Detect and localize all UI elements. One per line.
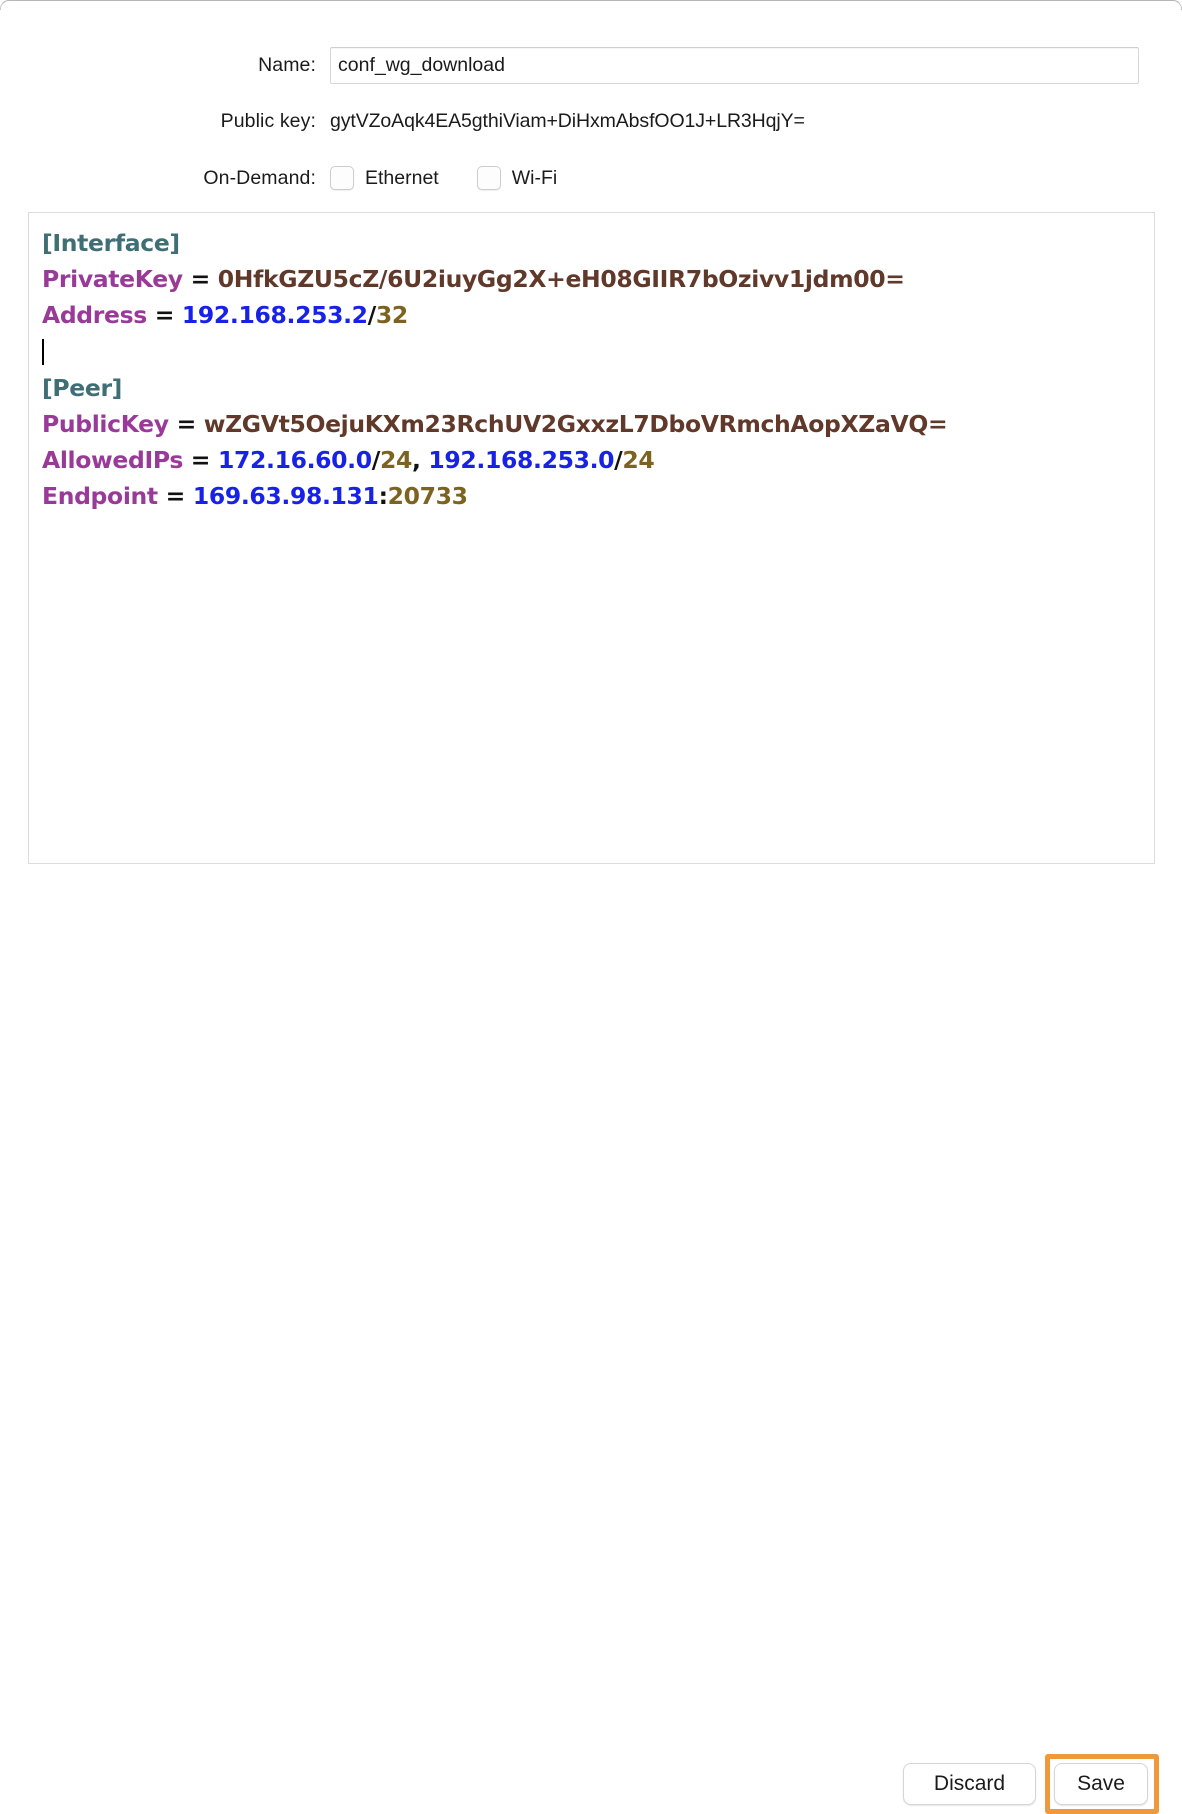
config-allowedips-prefix-2: 24 [622,446,655,475]
on-demand-wifi-label: Wi-Fi [511,166,558,189]
config-endpoint-name: Endpoint [42,482,158,511]
tunnel-edit-window: Name: Public key: gytVZoAqk4EA5gthiViam+… [0,0,1182,1814]
config-endpoint-equals: = [157,482,193,511]
on-demand-ethernet-checkbox[interactable]: Ethernet [330,166,439,190]
public-key-row: Public key: gytVZoAqk4EA5gthiViam+DiHxmA… [0,105,1182,137]
on-demand-ethernet-label: Ethernet [365,166,439,189]
config-interface-section: [Interface] [42,229,180,257]
config-allowedips-ip-2: 192.168.253.0 [428,446,615,475]
on-demand-wifi-checkbox[interactable]: Wi-Fi [476,166,558,190]
discard-button[interactable]: Discard [903,1763,1036,1805]
config-address-ip: 192.168.253.2 [181,301,368,330]
config-publickey-equals: = [168,410,204,439]
config-address-prefix: 32 [375,301,408,330]
config-allowedips-name: AllowedIPs [42,446,183,475]
config-allowedips-separator: , [411,446,429,475]
config-address-equals: = [146,301,182,330]
public-key-label: Public key: [220,109,316,132]
config-privatekey-name: PrivateKey [42,265,183,294]
config-text-content[interactable]: [Interface] PrivateKey = 0HfkGZU5cZ/6U2i… [29,213,1154,515]
config-address-name: Address [42,301,147,330]
on-demand-row: On-Demand: Ethernet Wi-Fi [0,163,1182,193]
text-cursor [42,338,44,365]
window-top-edge [0,0,1182,10]
save-button[interactable]: Save [1054,1763,1148,1805]
config-publickey-value: wZGVt5OejuKXm23RchUV2GxxzL7DboVRmchAopXZ… [203,410,948,439]
config-endpoint-host: 169.63.98.131 [192,482,379,511]
config-textarea[interactable]: [Interface] PrivateKey = 0HfkGZU5cZ/6U2i… [28,212,1155,864]
config-endpoint-colon: : [378,482,388,511]
checkbox-icon[interactable] [330,166,354,190]
config-address-slash: / [367,301,377,330]
config-allowedips-equals: = [182,446,218,475]
public-key-value: gytVZoAqk4EA5gthiViam+DiHxmAbsfOO1J+LR3H… [330,109,805,132]
config-allowedips-prefix-1: 24 [379,446,412,475]
config-allowedips-ip-1: 172.16.60.0 [217,446,372,475]
config-allowedips-slash-1: / [371,446,381,475]
checkbox-icon[interactable] [476,166,501,190]
name-row: Name: [0,46,1182,84]
config-publickey-name: PublicKey [42,410,169,439]
config-endpoint-port: 20733 [387,482,468,511]
name-label: Name: [258,53,316,76]
config-privatekey-value: 0HfkGZU5cZ/6U2iuyGg2X+eH08GIIR7bOzivv1jd… [217,265,905,294]
on-demand-label: On-Demand: [203,166,316,189]
dialog-footer: Discard Save [0,880,1182,1814]
config-peer-section: [Peer] [42,373,123,402]
name-input[interactable] [330,46,1139,84]
config-privatekey-equals: = [182,265,218,294]
